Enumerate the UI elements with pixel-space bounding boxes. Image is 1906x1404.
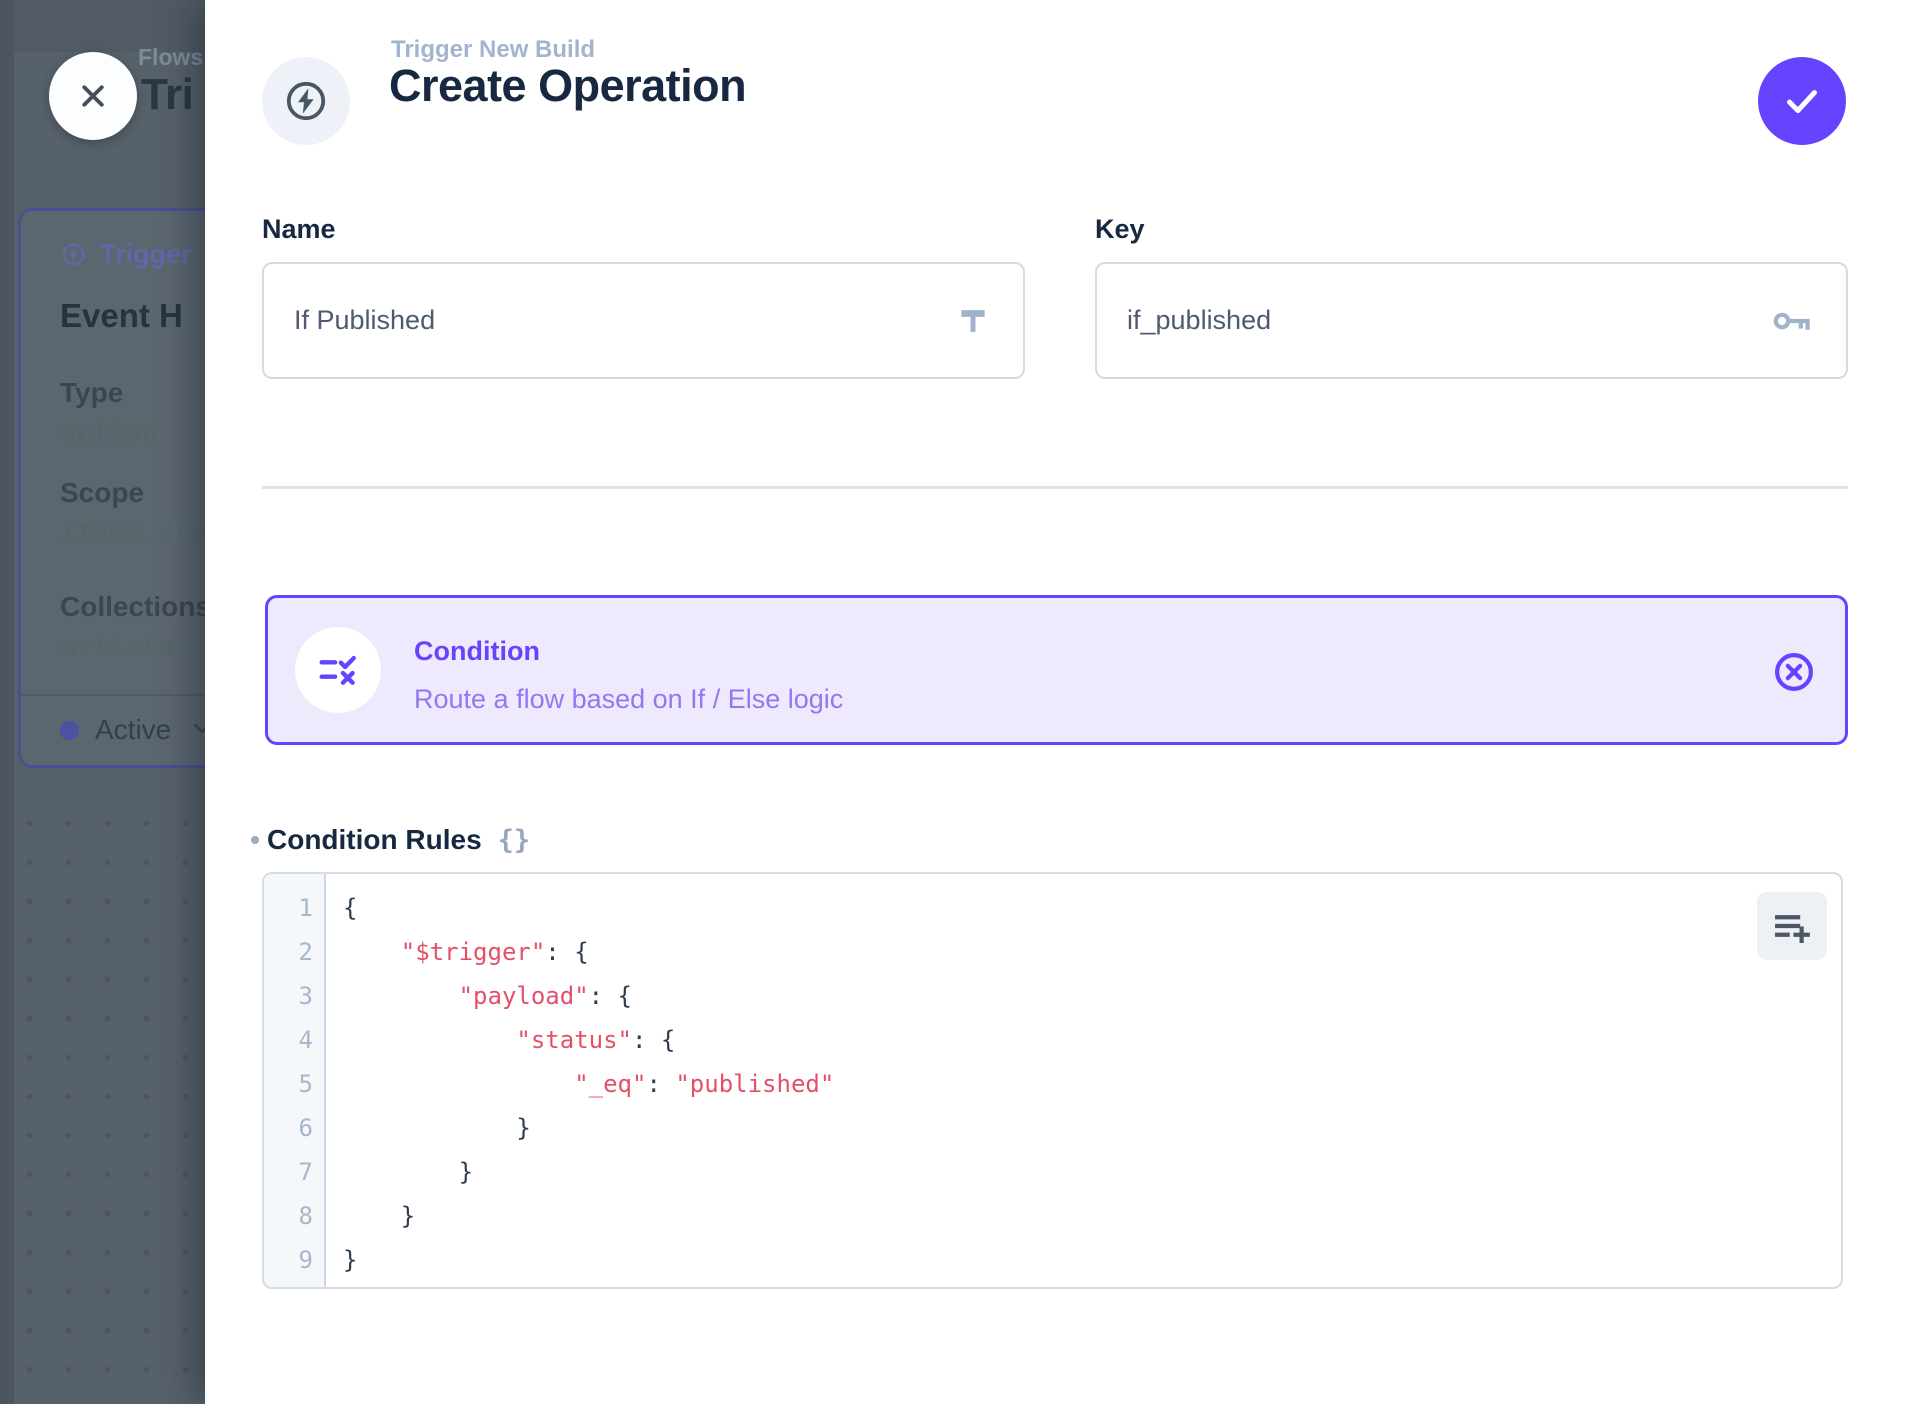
condition-icon-circle [295,627,381,713]
key-icon [1768,297,1816,345]
status-badge: Active [60,714,205,746]
status-dot-icon [60,721,79,740]
line-number: 2 [264,930,324,974]
operation-bolt-icon [262,57,350,145]
line-number: 8 [264,1194,324,1238]
app-screen: Flows Tri Trigger Event H Type action Sc… [0,0,1906,1404]
code-line: "_eq": "published" [343,1062,1841,1106]
breadcrumb: Flows [138,44,203,71]
code-line: { [343,886,1841,930]
code-line: } [343,1106,1841,1150]
canvas-dot-grid [0,790,205,1404]
trigger-card-label: Trigger [100,239,192,270]
edited-dot-icon [251,836,259,844]
name-field-wrapper [262,262,1025,379]
condition-rules-header: Condition Rules {} [251,820,530,860]
line-number: 3 [264,974,324,1018]
key-input[interactable] [1095,262,1848,379]
page-title: Tri [141,70,193,120]
json-code-editor: 123456789 { "$trigger": { "payload": { "… [262,872,1843,1289]
collection-value: articles [60,631,190,662]
chevron-down-icon [189,715,205,746]
code-line: } [343,1150,1841,1194]
key-label: Key [1095,214,1145,245]
line-number: 7 [264,1150,324,1194]
line-number: 1 [264,886,324,930]
trigger-card-title: Event H [60,297,183,335]
page-overlay[interactable]: Flows Tri Trigger Event H Type action Sc… [0,0,205,1404]
code-line: "payload": { [343,974,1841,1018]
cancel-circle-icon [1771,649,1817,695]
close-icon [72,75,114,117]
line-number: 5 [264,1062,324,1106]
operation-type-description: Route a flow based on If / Else logic [414,684,843,715]
name-label: Name [262,214,336,245]
check-icon [1779,78,1825,124]
name-input[interactable] [262,262,1025,379]
editor-code[interactable]: { "$trigger": { "payload": { "status": {… [328,874,1841,1287]
scope-value: items.cre [60,517,205,548]
scope-label: Scope [60,477,144,509]
editor-gutter: 123456789 [264,874,326,1287]
remove-operation-button[interactable] [1771,649,1817,695]
save-button[interactable] [1758,57,1846,145]
key-field-wrapper [1095,262,1848,379]
condition-rules-label: Condition Rules [267,824,482,856]
add-field-button[interactable] [1757,892,1827,960]
playlist-add-icon [1771,905,1813,947]
create-operation-drawer: Trigger New Build Create Operation Name … [205,0,1906,1404]
code-line: "status": { [343,1018,1841,1062]
trigger-card: Trigger Event H Type action Scope items.… [18,208,205,768]
collection-label: Collections [60,591,205,623]
type-label: Type [60,377,123,409]
json-braces-icon: {} [498,825,531,856]
operation-type-panel[interactable]: Condition Route a flow based on If / Els… [265,595,1848,745]
line-number: 9 [264,1238,324,1282]
code-line: "$trigger": { [343,930,1841,974]
card-divider [21,694,205,696]
condition-rule-icon [315,647,361,693]
type-value: action [60,417,158,448]
title-icon [953,301,993,341]
section-divider [262,486,1848,489]
drawer-title: Create Operation [389,60,746,112]
trigger-card-header: Trigger [60,239,192,270]
code-line: } [343,1194,1841,1238]
line-number: 6 [264,1106,324,1150]
operation-type-title: Condition [414,636,540,667]
code-line: } [343,1238,1841,1282]
line-number: 4 [264,1018,324,1062]
close-drawer-button[interactable] [49,52,137,140]
status-label: Active [95,714,171,746]
bolt-circle-icon [60,241,87,268]
